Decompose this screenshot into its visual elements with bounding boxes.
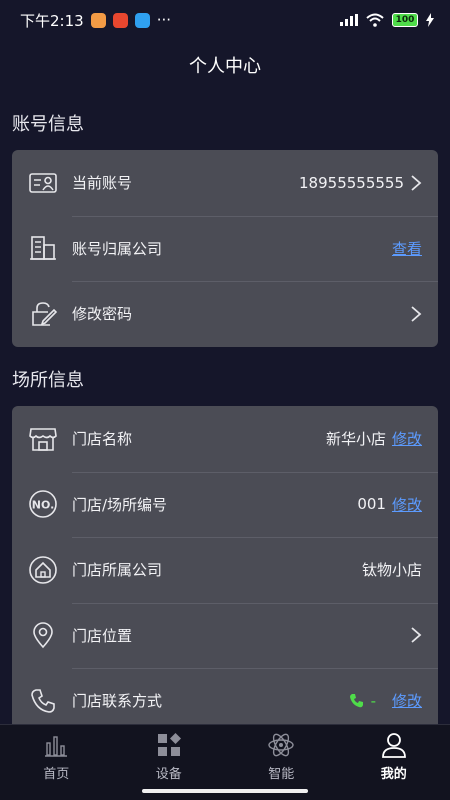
store-name-value: 新华小店 xyxy=(325,430,386,449)
store-name-label: 门店名称 xyxy=(72,430,133,449)
phone-status-icon xyxy=(349,693,363,707)
current-account-row[interactable]: 当前账号 18955555555 xyxy=(12,150,438,216)
store-name-row: 门店名称 新华小店 修改 xyxy=(12,406,438,472)
chevron-right-icon xyxy=(410,626,422,644)
chevron-right-icon xyxy=(410,174,422,192)
venue-card: 门店名称 新华小店 修改 NO. 门店/场所编号 001 修改 门店所属公司 钛… xyxy=(12,406,438,736)
tab-home-label: 首页 xyxy=(43,767,70,782)
account-company-label: 账号归属公司 xyxy=(72,239,163,258)
wifi-icon xyxy=(366,13,384,27)
status-time: 下午2:13 xyxy=(20,11,84,30)
account-card: 当前账号 18955555555 账号归属公司 查看 修改密码 xyxy=(12,150,438,347)
more-notifications-icon: ··· xyxy=(156,11,171,29)
tab-smart-label: 智能 xyxy=(268,767,295,782)
number-badge-icon: NO. xyxy=(28,489,58,519)
view-company-link[interactable]: 查看 xyxy=(392,238,422,259)
store-location-label: 门店位置 xyxy=(72,626,133,645)
current-account-label: 当前账号 xyxy=(72,174,133,193)
user-icon xyxy=(381,733,406,758)
tab-mine-label: 我的 xyxy=(380,767,407,782)
store-location-row[interactable]: 门店位置 xyxy=(12,602,438,669)
store-company-row: 门店所属公司 钛物小店 xyxy=(12,537,438,603)
account-section-title: 账号信息 xyxy=(12,114,84,135)
phone-icon xyxy=(28,686,58,716)
storefront-icon xyxy=(28,424,58,454)
chevron-right-icon xyxy=(410,305,422,323)
tab-mine[interactable]: 我的 xyxy=(338,725,450,800)
tab-home[interactable]: 首页 xyxy=(0,725,113,800)
app-notification-icon xyxy=(90,12,106,28)
page-title: 个人中心 xyxy=(189,56,261,77)
app-notification-icon xyxy=(112,12,128,28)
lock-edit-icon xyxy=(28,299,58,329)
store-number-value: 001 xyxy=(357,495,386,514)
grid-icon xyxy=(157,733,181,756)
svg-text:NO.: NO. xyxy=(32,499,55,512)
account-company-row: 账号归属公司 查看 xyxy=(12,215,438,282)
change-password-row[interactable]: 修改密码 xyxy=(12,281,438,347)
change-password-label: 修改密码 xyxy=(72,305,133,324)
store-company-label: 门店所属公司 xyxy=(72,561,163,580)
battery-icon: 100 xyxy=(392,13,418,27)
edit-store-number-link[interactable]: 修改 xyxy=(392,494,422,515)
charging-icon xyxy=(426,13,434,27)
id-card-icon xyxy=(28,168,58,198)
store-company-value: 钛物小店 xyxy=(361,561,422,580)
store-number-label: 门店/场所编号 xyxy=(72,495,168,514)
edit-contact-link[interactable]: 修改 xyxy=(392,690,422,711)
location-pin-icon xyxy=(28,620,58,650)
status-bar: 下午2:13 ··· 100 xyxy=(0,0,450,40)
bar-chart-icon xyxy=(45,736,68,757)
home-indicator xyxy=(142,789,308,793)
atom-icon xyxy=(268,733,294,757)
store-number-row: NO. 门店/场所编号 001 修改 xyxy=(12,471,438,538)
tab-devices-label: 设备 xyxy=(155,767,182,782)
edit-store-name-link[interactable]: 修改 xyxy=(392,428,422,449)
building-icon xyxy=(28,233,58,263)
home-circle-icon xyxy=(28,555,58,585)
app-notification-icon xyxy=(134,12,150,28)
phone-status-text: - xyxy=(370,691,376,710)
store-contact-label: 门店联系方式 xyxy=(72,692,163,711)
venue-section-title: 场所信息 xyxy=(12,370,84,391)
signal-icon xyxy=(340,14,358,26)
current-account-value: 18955555555 xyxy=(299,173,404,192)
